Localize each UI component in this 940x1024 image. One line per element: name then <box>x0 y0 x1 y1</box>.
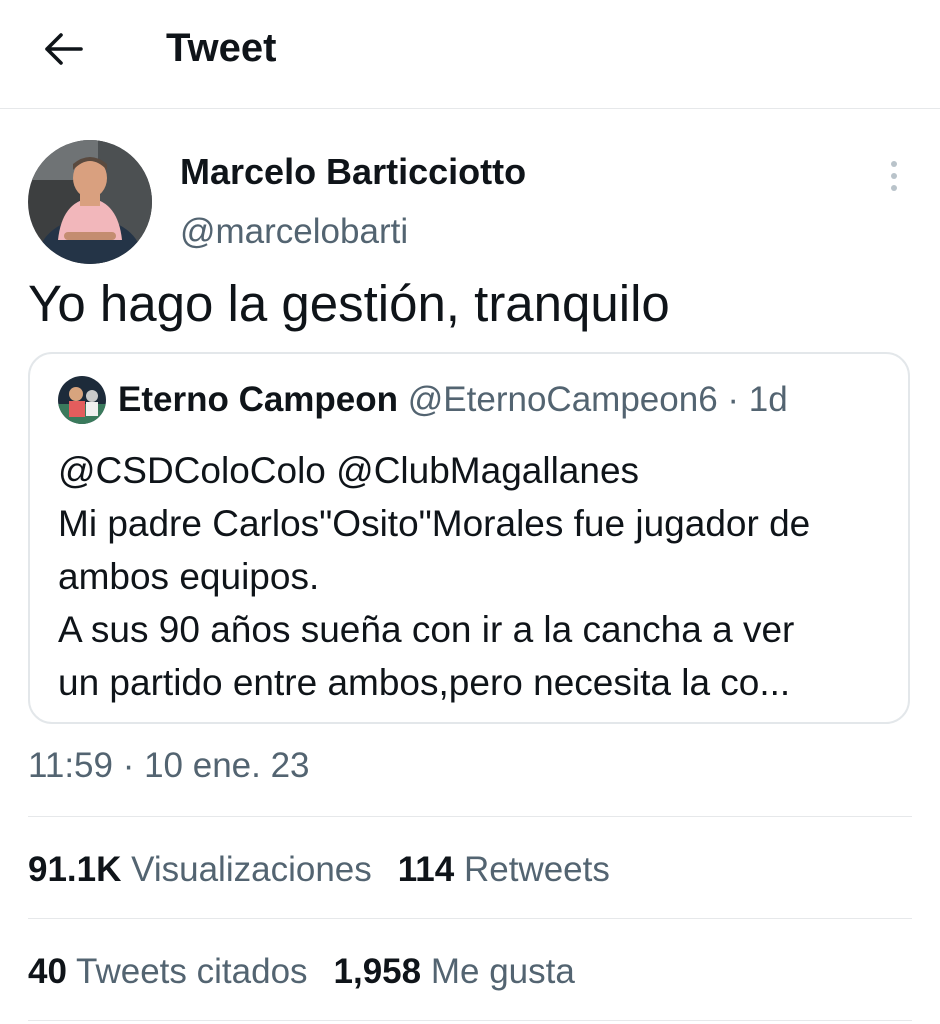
quoted-author-name: Eterno Campeon <box>118 380 399 419</box>
stats-row-views-retweets: 91.1K Visualizaciones 114 Retweets <box>28 848 636 892</box>
retweets-count: 114 <box>397 850 455 889</box>
quoted-text-line: un partido entre ambos,pero necesita la … <box>58 662 791 703</box>
quoted-tweet-card[interactable]: Eterno Campeon @EternoCampeon6 · 1d @CSD… <box>28 352 910 724</box>
quote-tweets-stat[interactable]: 40 Tweets citados <box>28 952 308 991</box>
author-avatar-image <box>28 140 152 264</box>
arrow-left-icon <box>45 33 83 65</box>
tweet-text: Yo hago la gestión, tranquilo <box>28 275 670 332</box>
retweets-stat[interactable]: 114 Retweets <box>398 850 610 889</box>
quoted-text-line: @CSDColoColo @ClubMagallanes <box>58 450 640 491</box>
more-vertical-icon[interactable] <box>876 156 912 196</box>
top-bar: Tweet <box>0 0 940 109</box>
divider <box>28 1020 912 1021</box>
quoted-author-avatar <box>58 376 106 424</box>
author-avatar[interactable] <box>28 140 152 264</box>
likes-count: 1,958 <box>333 952 422 991</box>
quoted-tweet-text: @CSDColoColo @ClubMagallanes Mi padre Ca… <box>58 444 810 709</box>
quote-tweets-label: Tweets citados <box>76 952 308 991</box>
divider <box>28 816 912 817</box>
likes-stat[interactable]: 1,958 Me gusta <box>334 952 575 991</box>
quote-tweets-count: 40 <box>28 952 67 991</box>
quoted-author-avatar-image <box>58 376 106 424</box>
quoted-text-line: ambos equipos. <box>58 556 320 597</box>
divider <box>28 918 912 919</box>
tweet-detail-page: Tweet Marcelo Barticciotto @marcelobarti… <box>0 0 940 1024</box>
quoted-tweet-header: Eterno Campeon @EternoCampeon6 · 1d <box>118 378 788 422</box>
quoted-author-handle: @EternoCampeon6 <box>407 380 718 419</box>
views-label: Visualizaciones <box>131 850 372 889</box>
quoted-text-line: A sus 90 años sueña con ir a la cancha a… <box>58 609 795 650</box>
author-name[interactable]: Marcelo Barticciotto <box>180 150 526 194</box>
quoted-tweet-age: · 1d <box>727 380 788 419</box>
author-handle[interactable]: @marcelobarti <box>180 210 408 254</box>
page-title: Tweet <box>166 26 277 70</box>
views-count: 91.1K <box>28 850 122 889</box>
tweet-timestamp[interactable]: 11:59 · 10 ene. 23 <box>28 744 310 788</box>
likes-label: Me gusta <box>430 952 575 991</box>
back-button[interactable] <box>36 22 90 76</box>
quoted-text-line: Mi padre Carlos"Osito"Morales fue jugado… <box>58 503 811 544</box>
retweets-label: Retweets <box>463 850 610 889</box>
views-stat[interactable]: 91.1K Visualizaciones <box>28 850 372 889</box>
stats-row-quotes-likes: 40 Tweets citados 1,958 Me gusta <box>28 950 601 994</box>
